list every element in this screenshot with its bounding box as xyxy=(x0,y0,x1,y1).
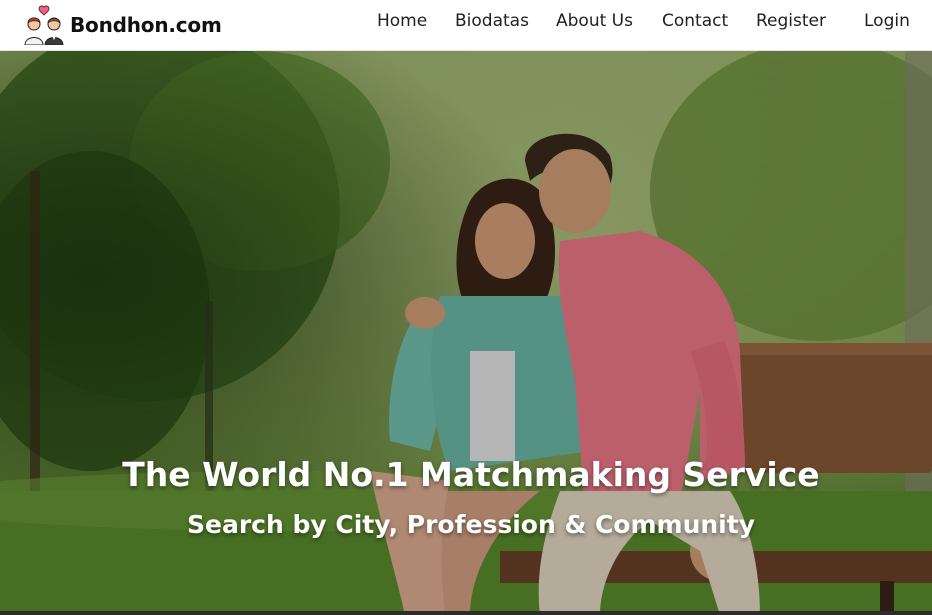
nav-about-us[interactable]: About Us xyxy=(556,10,633,32)
nav-register[interactable]: Register xyxy=(756,10,826,32)
hero-banner: The World No.1 Matchmaking Service Searc… xyxy=(0,51,932,615)
bottom-edge xyxy=(0,611,932,615)
nav-home[interactable]: Home xyxy=(377,10,427,32)
nav-login[interactable]: Login xyxy=(864,10,910,32)
nav-contact[interactable]: Contact xyxy=(662,10,728,32)
main-nav: Home Biodatas About Us Contact Register … xyxy=(0,10,932,34)
hero-subtitle: Search by City, Profession & Community xyxy=(186,509,755,539)
navbar: Bondhon.com Home Biodatas About Us Conta… xyxy=(0,0,932,51)
nav-biodatas[interactable]: Biodatas xyxy=(455,10,529,32)
hero-title: The World No.1 Matchmaking Service xyxy=(122,455,820,495)
